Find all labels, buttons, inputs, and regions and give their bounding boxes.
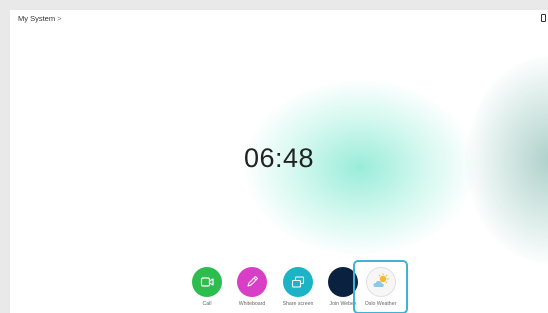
video-camera-icon [192,267,222,297]
clock-display: 06:48 [243,143,315,173]
home-screen: My System > 06:48 Call Whiteboard Share … [10,10,548,313]
share-screen-icon [283,267,313,297]
oslo-weather-label: Oslo Weather [364,301,397,307]
partly-cloudy-icon [365,267,396,297]
oslo-weather-button[interactable]: Oslo Weather [353,260,408,313]
chevron-right-icon: > [57,14,62,23]
system-menu-button[interactable]: My System > [18,14,61,23]
status-icon[interactable] [541,14,546,22]
action-dock: Call Whiteboard Share screen Join Webex … [10,260,548,313]
system-name-label: My System [18,14,56,23]
pencil-icon [237,267,267,297]
